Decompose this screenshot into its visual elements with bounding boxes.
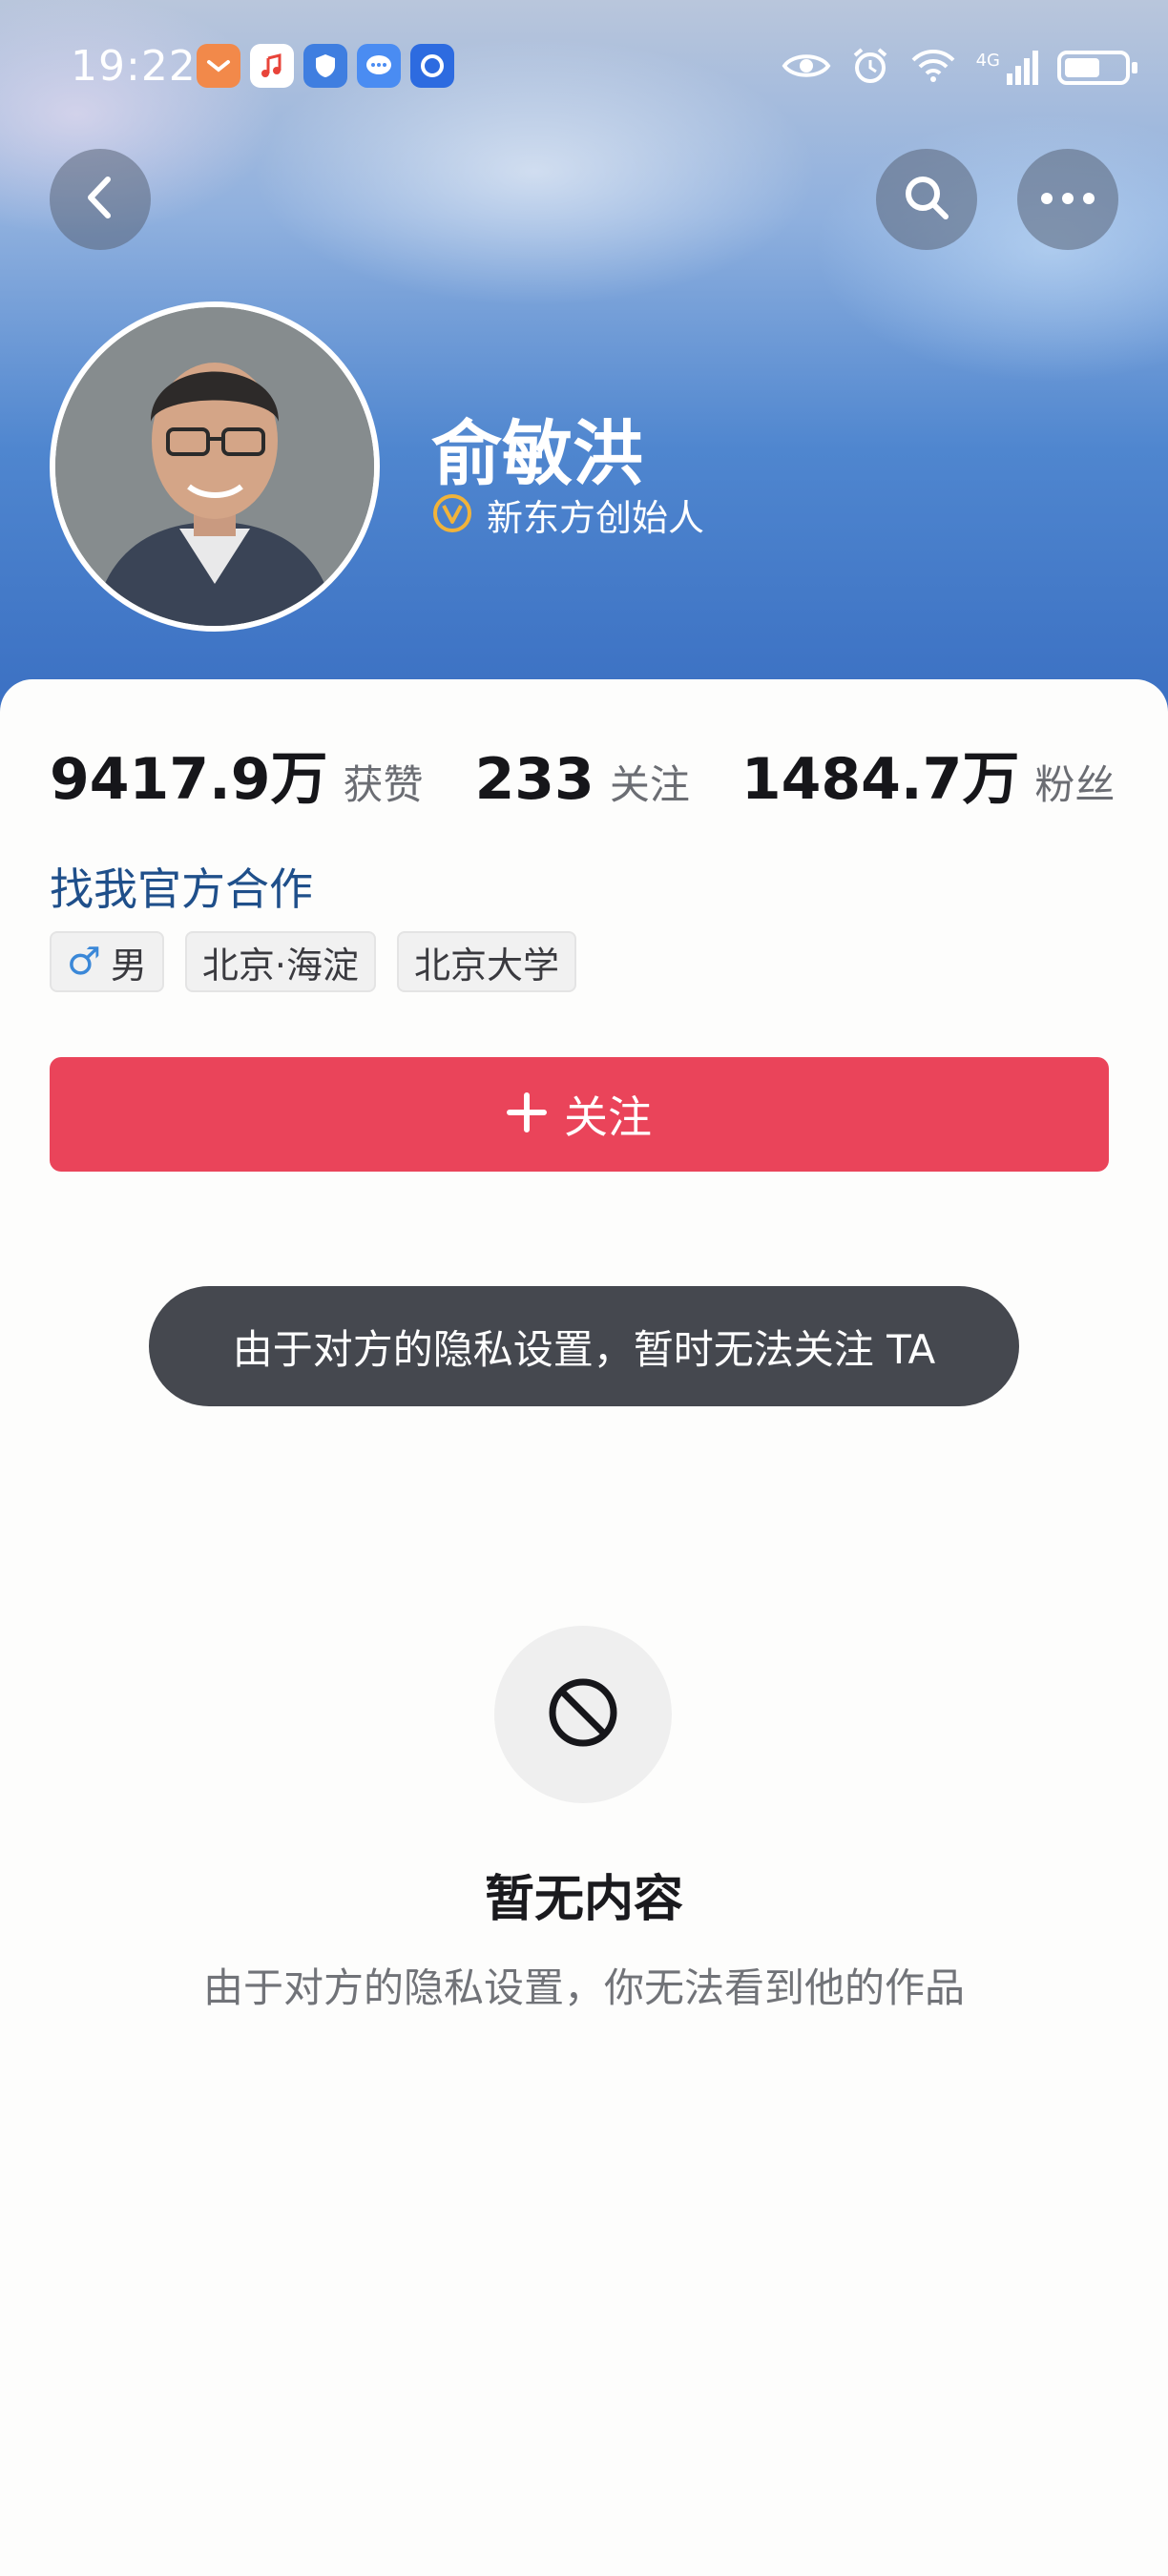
message-app-icon [357, 44, 401, 88]
status-indicators: 4G [782, 46, 1137, 90]
gender-tag: ♂ 男 [50, 931, 164, 992]
network-type: 4G [975, 51, 1000, 71]
profile-name: 俞敏洪 [431, 413, 643, 495]
more-button[interactable] [1017, 149, 1118, 250]
back-button[interactable] [50, 149, 151, 250]
location-text: 北京·海淀 [201, 944, 359, 987]
followers-label[interactable]: 粉丝 [1034, 753, 1115, 811]
profile-tags: ♂ 男 北京·海淀 北京大学 [50, 931, 576, 992]
school-tag[interactable]: 北京大学 [396, 931, 576, 992]
browser-app-icon [410, 44, 454, 88]
verified-badge-row: 新东方创始人 [431, 488, 704, 541]
school-text: 北京大学 [413, 944, 559, 987]
official-cooperation-link[interactable]: 找我官方合作 [50, 855, 313, 918]
likes-label: 获赞 [343, 761, 424, 808]
profile-stats: 9417.9万 获赞 233 关注 1484.7万 粉丝 [50, 733, 1166, 816]
male-icon: ♂ [67, 940, 101, 984]
battery-icon [1057, 51, 1137, 85]
following-count[interactable]: 233 [475, 746, 594, 813]
music-app-icon [250, 44, 294, 88]
empty-state-icon-container [494, 1626, 672, 1803]
alarm-icon [850, 46, 890, 90]
signal-4g-icon: 4G [976, 51, 1038, 85]
status-bar: 19:22 4G [0, 38, 1168, 95]
privacy-toast: 由于对方的隐私设置，暂时无法关注 TA [149, 1286, 1019, 1406]
likes-count: 9417.9万 [50, 746, 328, 813]
eye-icon [782, 50, 831, 86]
empty-state-description: 由于对方的隐私设置，你无法看到他的作品 [202, 1964, 965, 2011]
search-button[interactable] [876, 149, 977, 250]
follow-button[interactable]: 关注 [50, 1057, 1109, 1172]
status-app-icons [197, 44, 454, 88]
verified-title: 新东方创始人 [487, 497, 705, 539]
chevron-left-icon [81, 174, 119, 225]
notification-app-icon [197, 44, 240, 88]
wifi-icon [909, 47, 957, 89]
gender-text: 男 [110, 944, 147, 987]
prohibited-icon [547, 1676, 619, 1753]
follow-button-label: 关注 [564, 1091, 652, 1143]
shield-app-icon [303, 44, 347, 88]
profile-avatar[interactable] [50, 301, 380, 632]
avatar-image [55, 307, 374, 626]
search-icon [900, 171, 953, 228]
plus-icon [507, 1092, 547, 1136]
status-time: 19:22 [71, 42, 197, 91]
following-label[interactable]: 关注 [610, 753, 690, 811]
empty-state-title: 暂无内容 [484, 1871, 683, 1928]
battery-fill [1065, 58, 1099, 77]
followers-count[interactable]: 1484.7万 [741, 733, 1020, 816]
location-tag[interactable]: 北京·海淀 [184, 931, 376, 992]
more-dots-icon [1039, 191, 1096, 209]
verified-v-icon [431, 492, 473, 538]
